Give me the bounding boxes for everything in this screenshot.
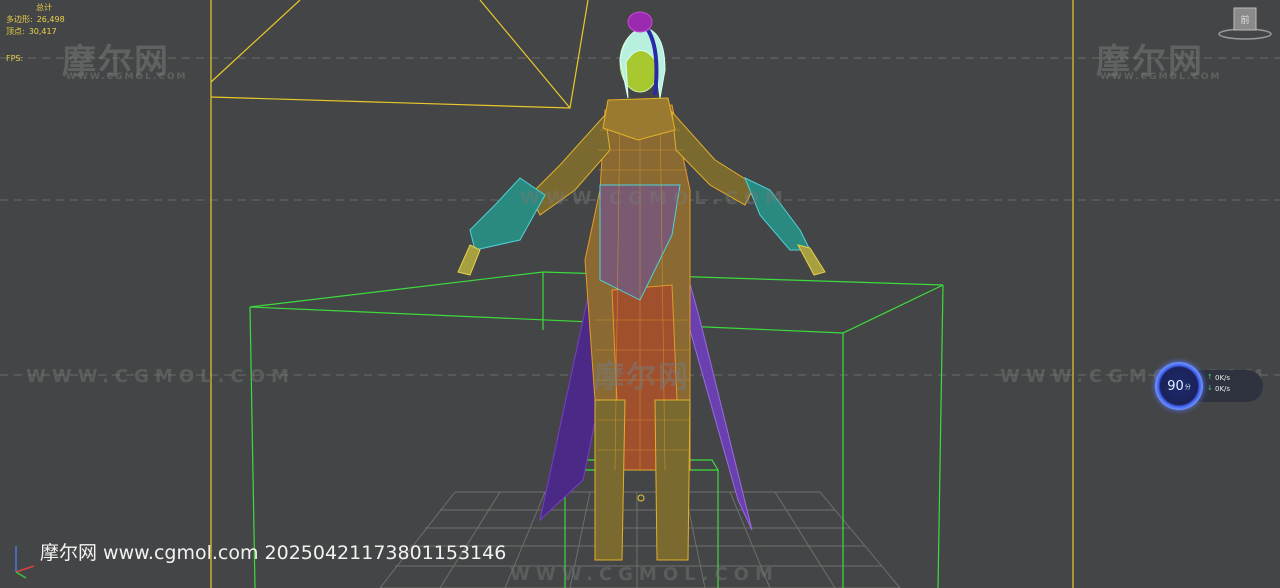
scene-canvas[interactable] — [0, 0, 1280, 588]
performance-widget[interactable]: 90 分 ↑ 0K/s ↓ 0K/s — [1155, 362, 1263, 410]
vertices-label: 顶点: — [6, 27, 25, 36]
3d-viewport[interactable]: 总计 多边形: 26,498 顶点: 30,417 FPS: 摩尔网 WWW.CGM… — [0, 0, 1280, 588]
watermark-caption: 摩尔网 www.cgmol.com 20250421173801153146 — [40, 542, 507, 564]
performance-score-unit: 分 — [1184, 383, 1191, 391]
watermark-domain-line: WWW.CGMOL.COM — [510, 564, 779, 585]
stats-title: 总计 — [36, 3, 52, 12]
fps-label: FPS: — [6, 54, 24, 63]
axis-tripod-icon — [15, 546, 35, 579]
upload-speed: 0K/s — [1215, 374, 1231, 382]
arrow-down-icon: ↓ — [1207, 384, 1213, 392]
watermark-domain-small: WWW.CGMOL.COM — [1100, 72, 1222, 82]
watermark-domain-line: WWW.CGMOL.COM — [26, 366, 295, 387]
viewcube-face-label: 前 — [1240, 14, 1249, 26]
download-speed: 0K/s — [1215, 385, 1231, 393]
performance-score: 90 — [1167, 378, 1184, 394]
performance-score-badge[interactable]: 90 分 — [1155, 362, 1203, 410]
watermark-brand: 摩尔网 — [594, 360, 690, 395]
viewcube-icon[interactable]: 前 — [1218, 6, 1272, 40]
polygons-value: 26,498 — [36, 15, 65, 24]
viewport-statistics: 总计 多边形: 26,498 顶点: 30,417 — [6, 2, 65, 38]
watermark-domain-small: WWW.CGMOL.COM — [66, 72, 188, 82]
polygons-label: 多边形: — [6, 15, 33, 24]
vertices-value: 30,417 — [28, 27, 57, 36]
character-model — [457, 11, 826, 561]
arrow-up-icon: ↑ — [1207, 373, 1213, 381]
watermark-domain-line: WWW.CGMOL.COM — [520, 188, 789, 209]
